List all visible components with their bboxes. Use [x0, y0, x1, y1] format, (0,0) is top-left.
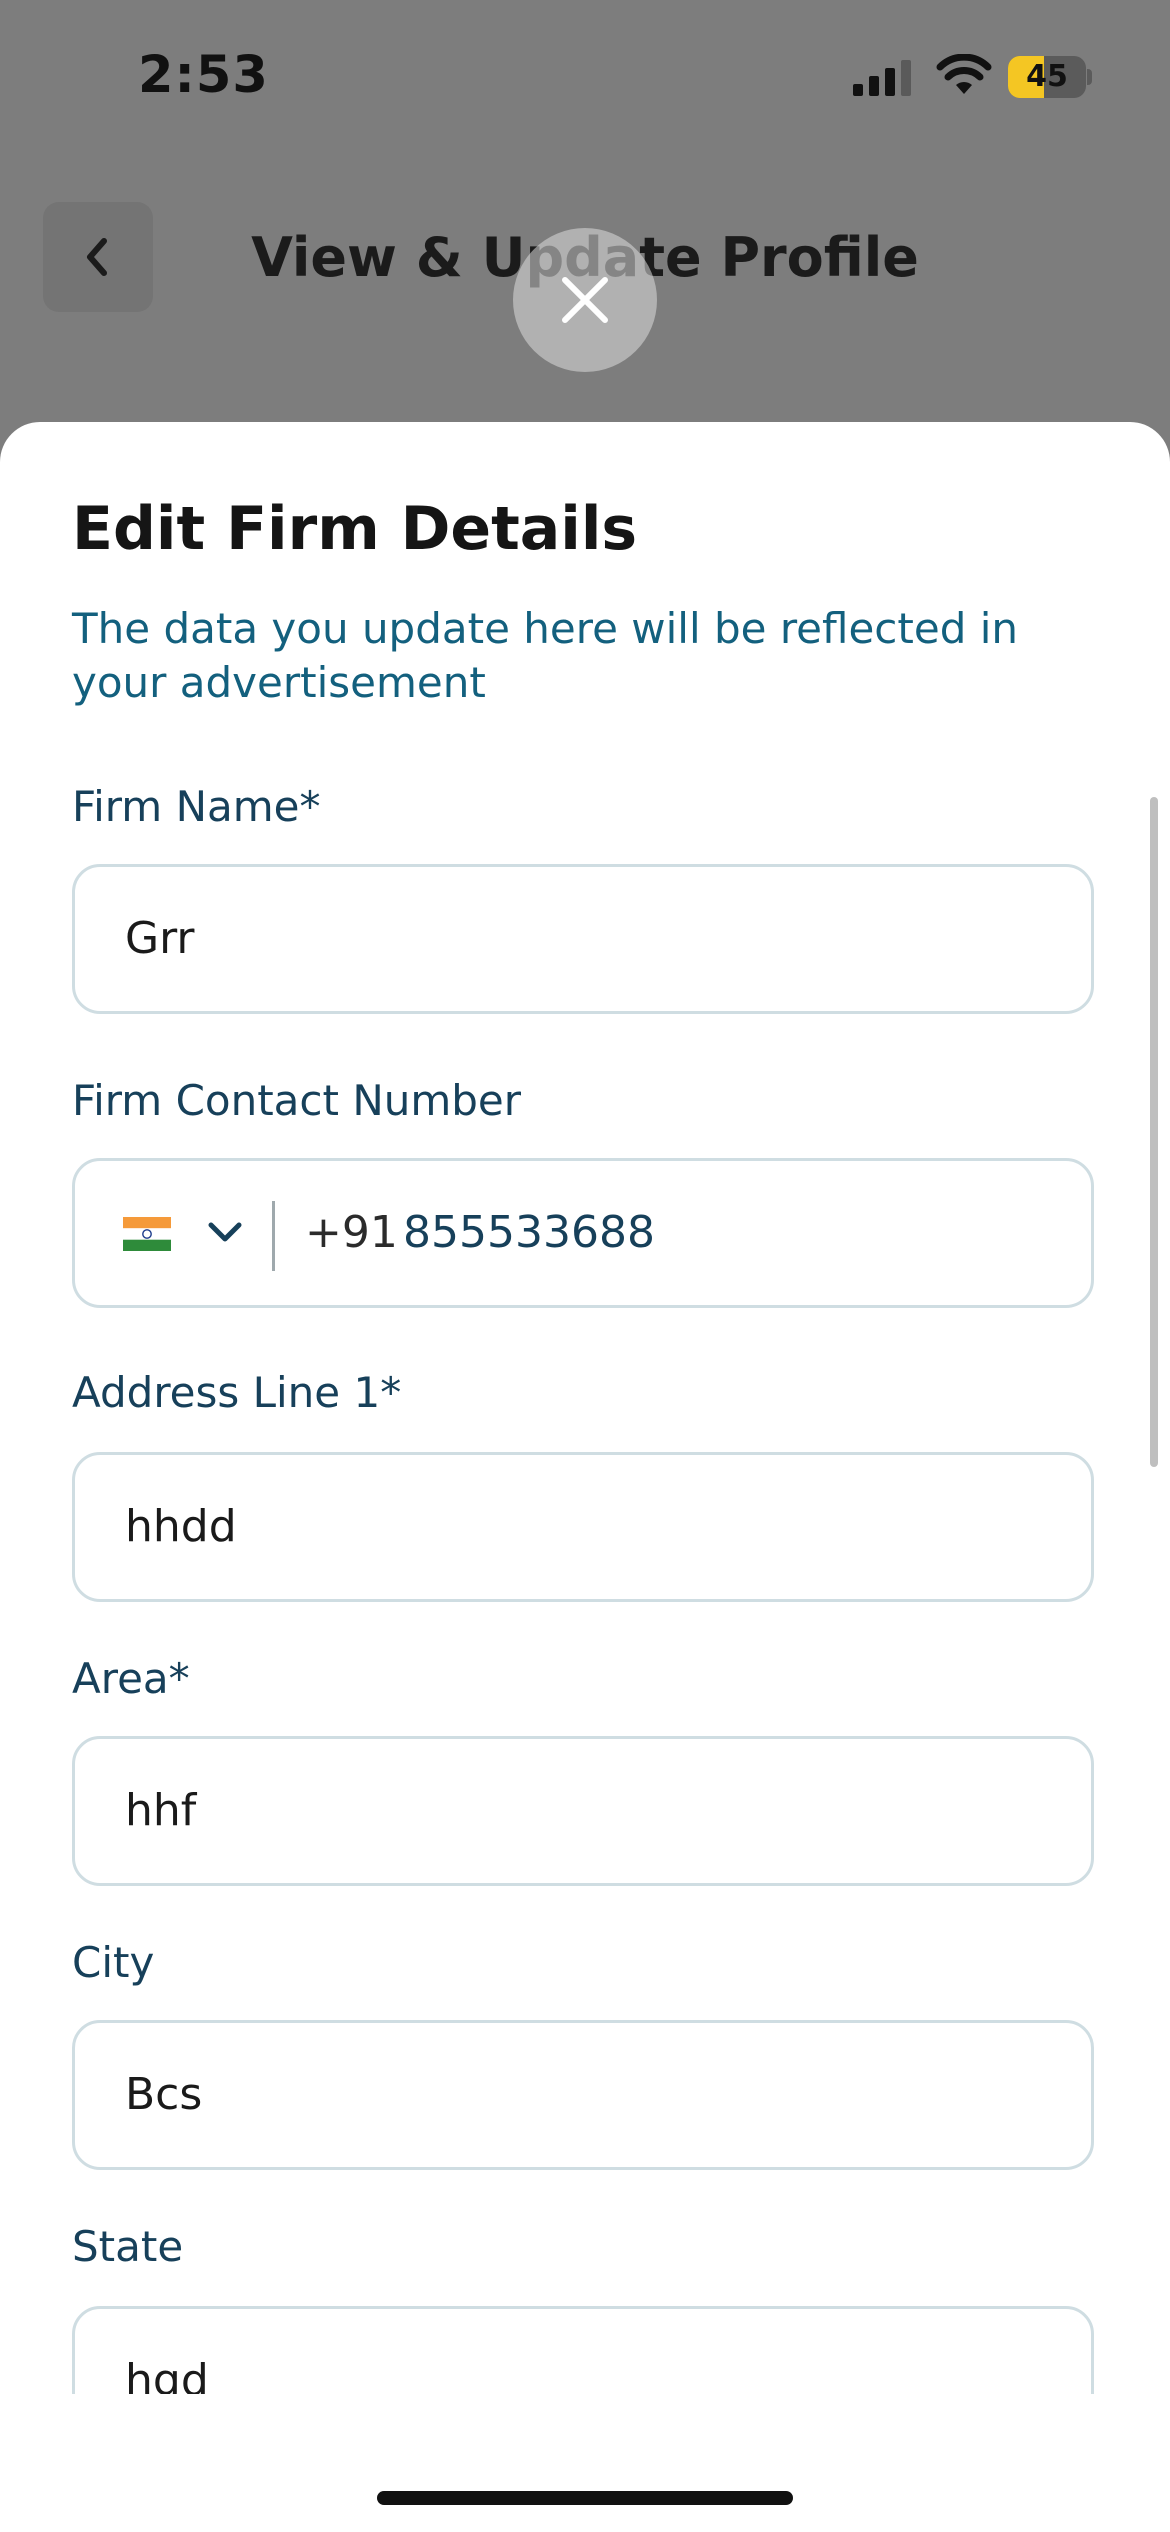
chevron-down-icon[interactable] — [205, 1217, 245, 1247]
wifi-icon — [936, 54, 992, 94]
status-bar: 2:53 45 — [0, 0, 1170, 150]
city-value: Bcs — [125, 2069, 203, 2120]
battery-level: 45 — [1026, 59, 1068, 94]
sheet-content: Edit Firm Details The data you update he… — [0, 422, 1170, 2394]
area-value: hhf — [125, 1785, 197, 1836]
firm-contact-label: Firm Contact Number — [72, 1076, 522, 1125]
edit-firm-sheet: Edit Firm Details The data you update he… — [0, 422, 1170, 2532]
sheet-title: Edit Firm Details — [72, 494, 638, 564]
state-field[interactable]: hgd — [72, 2306, 1094, 2394]
address-line-1-label: Address Line 1* — [72, 1368, 402, 1417]
area-label: Area* — [72, 1654, 190, 1703]
signal-icon — [853, 60, 911, 96]
address-line-1-field[interactable]: hhdd — [72, 1452, 1094, 1602]
country-code: +91 — [305, 1207, 398, 1258]
firm-name-label: Firm Name* — [72, 782, 321, 831]
state-label: State — [72, 2222, 184, 2271]
home-indicator[interactable] — [377, 2491, 793, 2505]
sheet-subtitle: The data you update here will be reflect… — [72, 604, 1019, 707]
firm-name-field[interactable]: Grr — [72, 864, 1094, 1014]
firm-name-value: Grr — [125, 913, 195, 964]
phone-number-value: 855533688 — [403, 1207, 655, 1258]
area-field[interactable]: hhf — [72, 1736, 1094, 1886]
battery-icon: 45 — [1008, 56, 1092, 98]
city-field[interactable]: Bcs — [72, 2020, 1094, 2170]
phone-divider — [272, 1201, 275, 1271]
status-time: 2:53 — [138, 46, 269, 105]
india-flag-icon[interactable] — [123, 1217, 171, 1251]
address-line-1-value: hhdd — [125, 1501, 237, 1552]
close-button[interactable] — [513, 228, 657, 372]
state-value: hgd — [125, 2355, 209, 2394]
city-label: City — [72, 1938, 155, 1987]
firm-contact-field[interactable]: +91 855533688 — [72, 1158, 1094, 1308]
close-icon — [562, 277, 608, 323]
scrollbar[interactable] — [1150, 797, 1158, 1467]
